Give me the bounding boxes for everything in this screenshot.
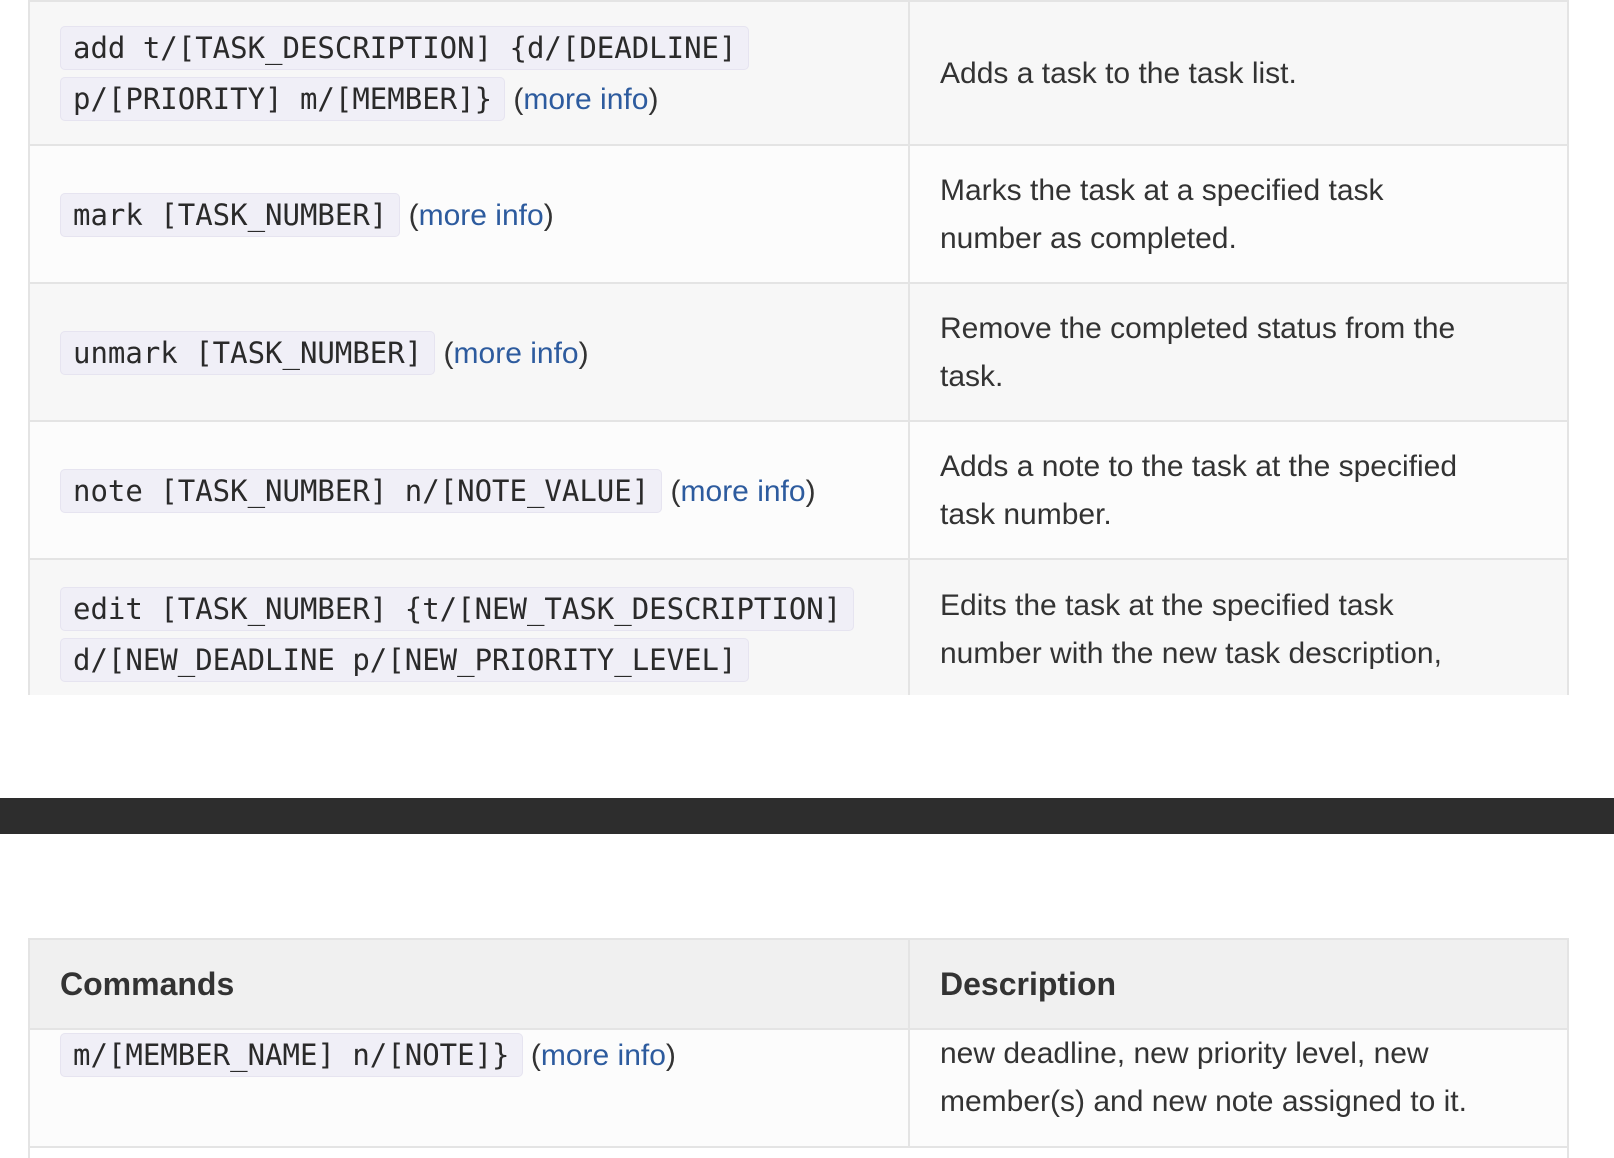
command-summary-table: add t/[TASK_DESCRIPTION] {d/[DEADLINE] p…	[28, 0, 1569, 695]
description-text: number with the new task description,	[940, 637, 1442, 670]
description-text: Adds a task to the task list.	[940, 57, 1297, 90]
more-info-link[interactable]: more info	[541, 1039, 666, 1072]
column-header-description: Description	[940, 966, 1117, 1002]
command-summary-table-continued: Commands Description m/[MEMBER_NAME] n/[…	[28, 938, 1569, 1158]
description-text: Edits the task at the specified task	[940, 589, 1394, 622]
table-header-row: Commands Description	[30, 940, 1567, 1030]
command-cell: add t/[TASK_DESCRIPTION] {d/[DEADLINE] p…	[30, 2, 910, 146]
description-text: number as completed.	[940, 222, 1237, 255]
table-row: edit [TASK_NUMBER] {t/[NEW_TASK_DESCRIPT…	[30, 558, 1567, 695]
description-text: Marks the task at a specified task	[940, 174, 1384, 207]
command-code: d/[NEW_DEADLINE p/[NEW_PRIORITY_LEVEL]	[60, 638, 750, 682]
command-code: unmark [TASK_NUMBER]	[60, 330, 436, 375]
description-text: task.	[940, 360, 1004, 393]
more-info-link[interactable]: more info	[681, 475, 806, 508]
command-cell: edit [TASK_NUMBER] {t/[NEW_TASK_DESCRIPT…	[30, 560, 910, 695]
description-cell: Edits the task at the specified task num…	[910, 560, 1567, 695]
table-row: mark [TASK_NUMBER] (more info) Marks the…	[30, 144, 1567, 284]
description-text: Remove the completed status from the	[940, 312, 1456, 345]
command-cell: note [TASK_NUMBER] n/[NOTE_VALUE] (more …	[30, 422, 910, 560]
description-cell: Marks the task at a specified task numbe…	[910, 146, 1567, 284]
more-info-link[interactable]: more info	[454, 337, 579, 370]
more-info-link[interactable]: more info	[419, 199, 544, 232]
command-code: mark [TASK_NUMBER]	[60, 192, 401, 237]
command-code: add t/[TASK_DESCRIPTION] {d/[DEADLINE]	[60, 26, 750, 70]
description-cell: Adds a task to the task list.	[910, 2, 1567, 146]
description-text: new deadline, new priority level, new	[940, 1037, 1429, 1070]
command-cell: mark [TASK_NUMBER] (more info)	[30, 146, 910, 284]
column-header-commands: Commands	[30, 940, 910, 1028]
document-page: add t/[TASK_DESCRIPTION] {d/[DEADLINE] p…	[0, 0, 1614, 1158]
table-row: m/[MEMBER_NAME] n/[NOTE]} (more info) ne…	[30, 1030, 1567, 1148]
table-row: add t/[TASK_DESCRIPTION] {d/[DEADLINE] p…	[30, 0, 1567, 146]
command-cell: m/[MEMBER_NAME] n/[NOTE]} (more info)	[30, 1030, 910, 1146]
description-text: member(s) and new note assigned to it.	[940, 1085, 1467, 1118]
more-info-link[interactable]: more info	[523, 83, 648, 116]
command-code: edit [TASK_NUMBER] {t/[NEW_TASK_DESCRIPT…	[60, 587, 855, 631]
table-row: unmark [TASK_NUMBER] (more info) Remove …	[30, 282, 1567, 422]
command-code: m/[MEMBER_NAME] n/[NOTE]}	[60, 1033, 523, 1077]
description-text: task number.	[940, 498, 1112, 531]
command-code: note [TASK_NUMBER] n/[NOTE_VALUE]	[60, 468, 663, 513]
command-code: p/[PRIORITY] m/[MEMBER]}	[60, 77, 506, 121]
command-cell: unmark [TASK_NUMBER] (more info)	[30, 284, 910, 422]
description-text: Adds a note to the task at the specified	[940, 450, 1458, 483]
page-break-bar	[0, 798, 1614, 834]
description-cell: new deadline, new priority level, new me…	[910, 1030, 1567, 1146]
table-row: note [TASK_NUMBER] n/[NOTE_VALUE] (more …	[30, 420, 1567, 560]
description-cell: Remove the completed status from the tas…	[910, 284, 1567, 422]
description-cell: Adds a note to the task at the specified…	[910, 422, 1567, 560]
